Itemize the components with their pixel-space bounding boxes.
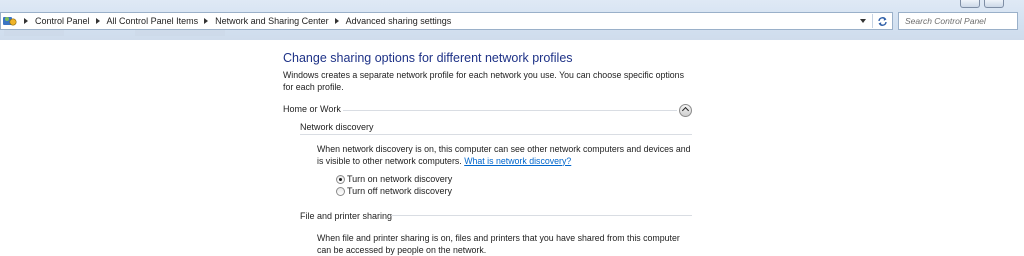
intro-text: Windows creates a separate network profi… <box>283 70 684 92</box>
breadcrumb-advanced-sharing[interactable]: Advanced sharing settings <box>346 16 452 26</box>
title-bar: Control Panel All Control Panel Items Ne… <box>0 0 1024 40</box>
profile-divider <box>343 110 677 111</box>
page-title: Change sharing options for different net… <box>283 51 573 65</box>
refresh-icon[interactable] <box>872 14 889 28</box>
chevron-right-icon[interactable] <box>204 18 209 24</box>
chevron-right-icon[interactable] <box>95 18 100 24</box>
search-input[interactable]: Search Control Panel <box>898 12 1018 30</box>
control-panel-icon <box>2 14 18 28</box>
section-divider <box>391 215 692 216</box>
chevron-right-icon[interactable] <box>334 18 339 24</box>
collapse-icon[interactable] <box>679 104 692 117</box>
breadcrumb-control-panel[interactable]: Control Panel <box>35 16 90 26</box>
radio-turn-off-network-discovery[interactable] <box>336 187 345 196</box>
network-discovery-description: When network discovery is on, this compu… <box>317 144 692 167</box>
minimize-button[interactable] <box>960 0 980 8</box>
chevron-down-icon[interactable] <box>860 19 866 23</box>
section-title-file-printer-sharing: File and printer sharing <box>300 211 393 221</box>
section-divider <box>300 134 692 135</box>
radio-label-turn-on[interactable]: Turn on network discovery <box>347 174 452 184</box>
section-title-network-discovery: Network discovery <box>300 122 374 132</box>
main-content: Change sharing options for different net… <box>0 40 1024 255</box>
chevron-right-icon[interactable] <box>24 18 28 24</box>
breadcrumb-network-sharing-center[interactable]: Network and Sharing Center <box>215 16 329 26</box>
breadcrumb-all-items[interactable]: All Control Panel Items <box>107 16 199 26</box>
what-is-network-discovery-link[interactable]: What is network discovery? <box>464 156 571 166</box>
profile-header-label[interactable]: Home or Work <box>283 104 341 114</box>
file-printer-sharing-description: When file and printer sharing is on, fil… <box>317 233 680 255</box>
maximize-button[interactable] <box>984 0 1004 8</box>
radio-turn-on-network-discovery[interactable] <box>336 175 345 184</box>
radio-label-turn-off[interactable]: Turn off network discovery <box>347 186 452 196</box>
address-bar[interactable]: Control Panel All Control Panel Items Ne… <box>0 12 893 30</box>
